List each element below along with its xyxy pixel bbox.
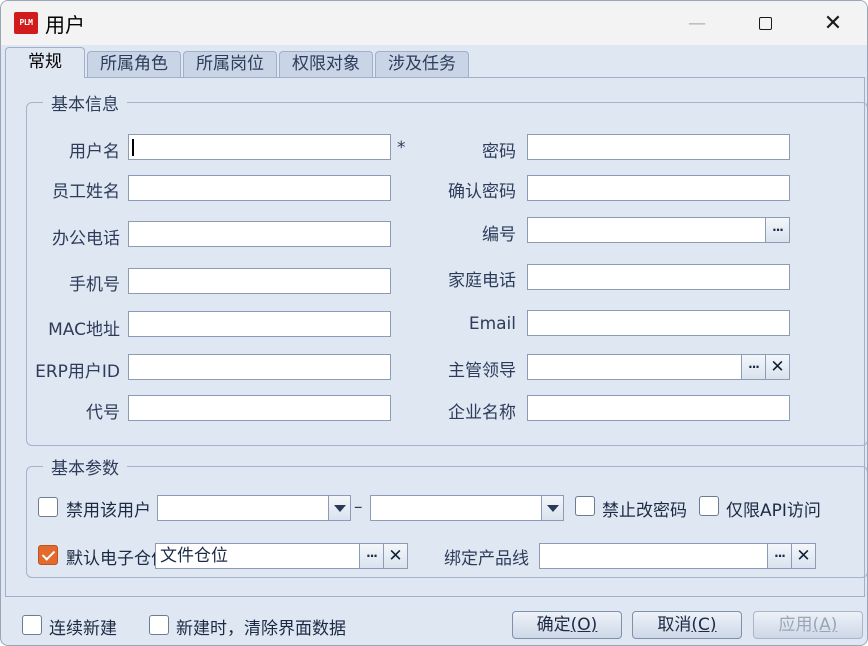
supervisor-browse-button[interactable]: ···: [741, 355, 765, 379]
password-input[interactable]: [527, 134, 790, 160]
ok-label: 确定: [536, 615, 571, 635]
default-e-warehouse-checkbox[interactable]: [38, 545, 58, 565]
required-mark: *: [397, 138, 406, 158]
date-separator: –: [354, 497, 363, 517]
apply-button[interactable]: 应用(A): [753, 611, 863, 639]
cancel-mnemonic: (C): [691, 615, 717, 635]
tab-positions[interactable]: 所属岗位: [183, 51, 277, 77]
erp-user-id-label: ERP用户ID: [35, 362, 120, 382]
maximize-icon: [758, 16, 772, 30]
ellipsis-icon: ···: [774, 549, 786, 563]
e-warehouse-clear-button[interactable]: ✕: [383, 544, 407, 568]
confirm-password-label: 确认密码: [448, 182, 516, 202]
clear-icon: ✕: [770, 357, 785, 377]
date-to-dropdown[interactable]: [370, 495, 564, 521]
clear-icon: ✕: [388, 546, 403, 566]
mac-address-input[interactable]: [128, 311, 391, 337]
apply-label: 应用: [778, 615, 813, 635]
user-dialog: PLM 用户 — ✕ 常规 所属角色 所属岗位 权限对象 涉及任务 基本信息 用…: [0, 0, 868, 646]
office-phone-input[interactable]: [128, 221, 391, 247]
disable-user-checkbox[interactable]: [38, 497, 58, 517]
ellipsis-icon: ···: [366, 549, 378, 563]
ellipsis-icon: ···: [772, 223, 784, 237]
number-input[interactable]: ···: [527, 217, 790, 243]
basic-params-legend: 基本参数: [51, 459, 119, 479]
password-label: 密码: [482, 142, 516, 162]
email-label: Email: [468, 314, 516, 334]
mac-address-label: MAC地址: [48, 320, 120, 340]
cancel-label: 取消: [657, 615, 692, 635]
confirm-password-input[interactable]: [527, 175, 790, 201]
office-phone-label: 办公电话: [52, 229, 120, 249]
text-cursor: [132, 139, 134, 156]
close-button[interactable]: ✕: [799, 1, 867, 45]
title-bar: PLM 用户 — ✕: [1, 1, 867, 45]
employee-name-label: 员工姓名: [52, 182, 120, 202]
clear-icon: ✕: [796, 546, 811, 566]
clear-on-new-label: 新建时，清除界面数据: [176, 619, 346, 639]
disable-user-label: 禁用该用户: [66, 501, 151, 521]
date-from-dropdown[interactable]: [157, 495, 351, 521]
supervisor-clear-button[interactable]: ✕: [765, 355, 789, 379]
number-browse-button[interactable]: ···: [765, 218, 789, 242]
code-label: 代号: [86, 403, 120, 423]
bind-product-line-input[interactable]: ··· ✕: [539, 543, 816, 569]
maximize-button[interactable]: [731, 1, 799, 45]
close-icon: ✕: [823, 10, 843, 36]
product-line-clear-button[interactable]: ✕: [791, 544, 815, 568]
number-label: 编号: [482, 225, 516, 245]
code-input[interactable]: [128, 395, 391, 421]
company-name-label: 企业名称: [448, 403, 516, 423]
ellipsis-icon: ···: [748, 360, 760, 374]
e-warehouse-browse-button[interactable]: ···: [359, 544, 383, 568]
username-input[interactable]: [128, 134, 391, 160]
tab-permission-objects[interactable]: 权限对象: [279, 51, 373, 77]
chevron-down-icon: [333, 504, 346, 512]
supervisor-label: 主管领导: [448, 361, 516, 381]
home-phone-label: 家庭电话: [448, 271, 516, 291]
apply-mnemonic: (A): [812, 615, 838, 635]
mobile-label: 手机号: [69, 275, 120, 295]
no-change-password-label: 禁止改密码: [602, 501, 687, 521]
chevron-down-icon: [546, 504, 559, 512]
ok-mnemonic: (O): [570, 615, 598, 635]
tab-roles[interactable]: 所属角色: [87, 51, 181, 77]
supervisor-input[interactable]: ··· ✕: [527, 354, 790, 380]
product-line-browse-button[interactable]: ···: [767, 544, 791, 568]
home-phone-input[interactable]: [527, 264, 790, 290]
company-name-input[interactable]: [527, 395, 790, 421]
continuous-create-label: 连续新建: [49, 619, 117, 639]
cancel-button[interactable]: 取消(C): [632, 611, 742, 639]
default-e-warehouse-input[interactable]: 文件仓位 ··· ✕: [155, 543, 408, 569]
minimize-icon: —: [688, 12, 706, 34]
email-input[interactable]: [527, 310, 790, 336]
tab-general[interactable]: 常规: [5, 47, 85, 78]
continuous-create-checkbox[interactable]: [22, 615, 42, 635]
username-label: 用户名: [69, 142, 120, 162]
default-e-warehouse-value: 文件仓位: [160, 546, 228, 566]
employee-name-input[interactable]: [128, 175, 391, 201]
date-from-arrow[interactable]: [328, 496, 350, 520]
basic-info-legend: 基本信息: [51, 95, 119, 115]
window-title: 用户: [45, 13, 85, 37]
plm-app-icon: PLM: [14, 12, 38, 34]
api-only-checkbox[interactable]: [699, 496, 719, 516]
date-to-arrow[interactable]: [541, 496, 563, 520]
erp-user-id-input[interactable]: [128, 354, 391, 380]
mobile-input[interactable]: [128, 268, 391, 294]
minimize-button[interactable]: —: [663, 1, 731, 45]
ok-button[interactable]: 确定(O): [512, 611, 622, 639]
clear-on-new-checkbox[interactable]: [149, 615, 169, 635]
bind-product-line-label: 绑定产品线: [444, 549, 529, 569]
general-tab-panel: 基本信息 用户名 * 员工姓名 办公电话 手机号 MAC地址 ERP用户ID 代…: [5, 77, 867, 597]
api-only-label: 仅限API访问: [726, 501, 821, 521]
no-change-password-checkbox[interactable]: [575, 496, 595, 516]
tab-tasks[interactable]: 涉及任务: [375, 51, 469, 77]
default-e-warehouse-label: 默认电子仓位: [66, 549, 156, 569]
